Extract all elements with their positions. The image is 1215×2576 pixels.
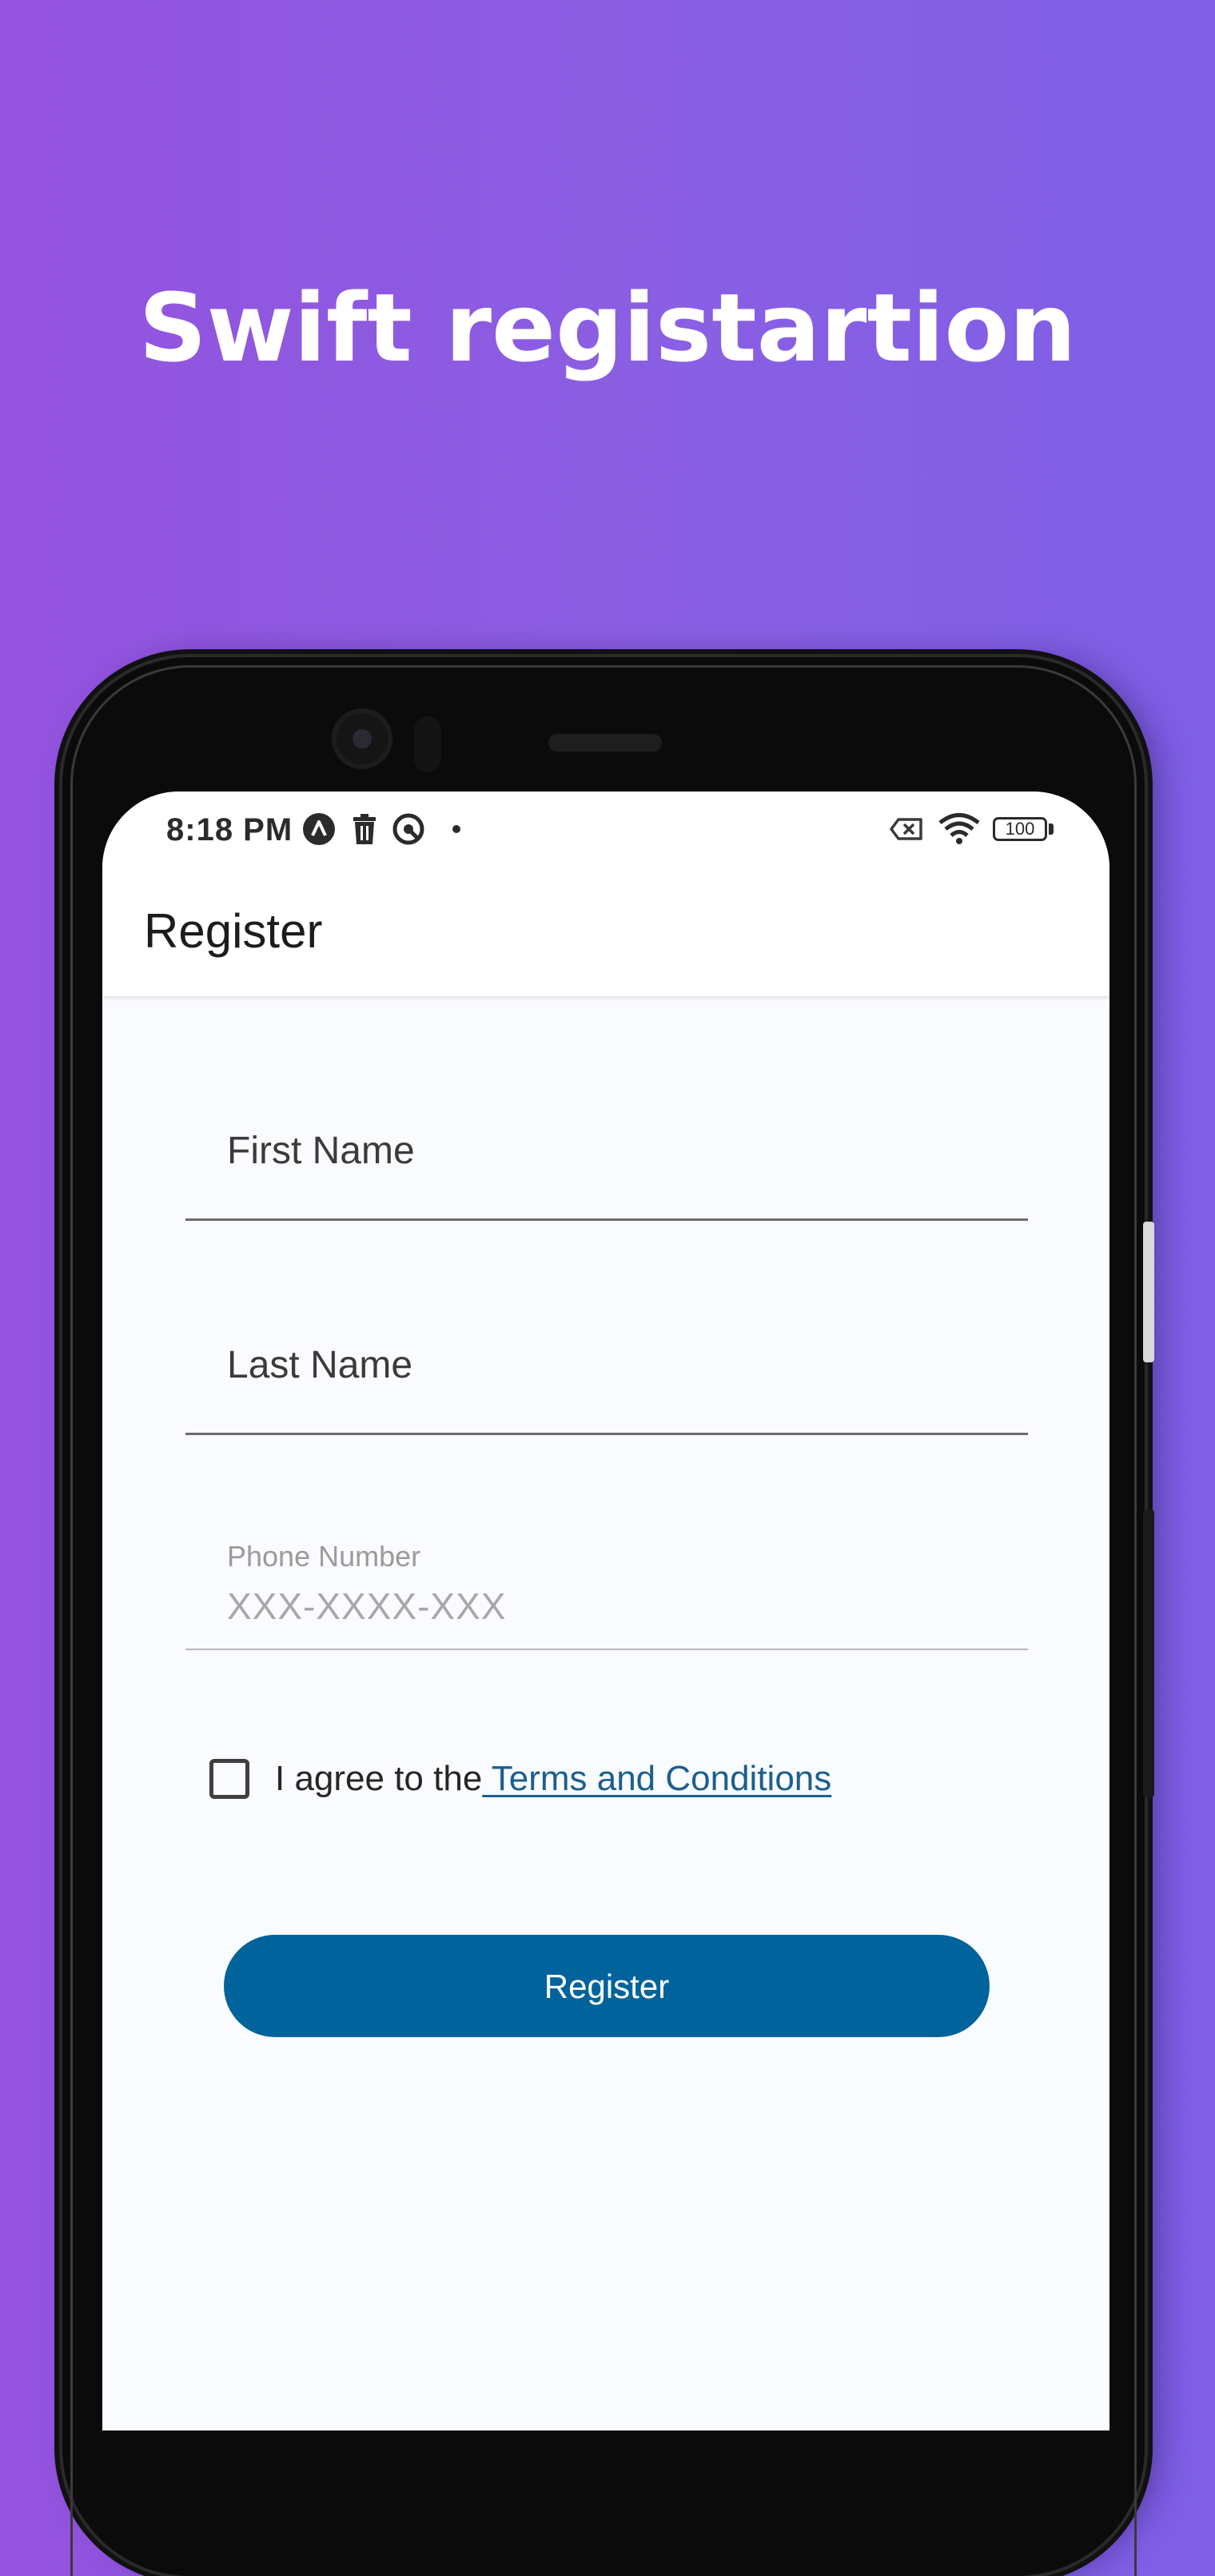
- first-name-field[interactable]: First Name: [185, 1119, 1028, 1223]
- volume-button: [1143, 1509, 1154, 1797]
- phone-screen: 8:18 PM 100 Register First Name Last Nam…: [102, 792, 1109, 2430]
- app-bar: Register: [102, 871, 1109, 996]
- terms-prefix: I agree to the: [275, 1759, 483, 1798]
- status-time: 8:18 PM: [166, 812, 293, 847]
- front-camera: [332, 708, 392, 769]
- phone-number-label: Phone Number: [227, 1540, 421, 1573]
- wifi-icon: [938, 813, 980, 844]
- trash-icon: [353, 814, 376, 844]
- last-name-label: Last Name: [227, 1344, 413, 1386]
- phone-number-field[interactable]: Phone Number XXX-XXXX-XXX: [185, 1540, 1028, 1652]
- proximity-sensor: [414, 716, 441, 772]
- battery-icon: 100: [993, 812, 1057, 846]
- earpiece-speaker: [548, 734, 662, 752]
- terms-text: I agree to the Terms and Conditions: [275, 1759, 831, 1799]
- last-name-underline: [185, 1433, 1028, 1435]
- phone-number-underline: [185, 1649, 1028, 1650]
- first-name-label: First Name: [227, 1130, 415, 1172]
- phone-number-placeholder: XXX-XXXX-XXX: [227, 1585, 507, 1627]
- register-button[interactable]: Register: [224, 1935, 990, 2037]
- marketing-headline: Swift registartion: [138, 273, 1077, 383]
- sim-off-icon: [890, 818, 922, 840]
- terms-row: I agree to the Terms and Conditions: [209, 1757, 1009, 1805]
- page-title: Register: [144, 904, 323, 958]
- power-button: [1143, 1222, 1154, 1362]
- terms-checkbox[interactable]: [209, 1759, 249, 1799]
- drive-icon: [303, 813, 335, 845]
- terms-link[interactable]: Terms and Conditions: [482, 1759, 832, 1798]
- dot-icon: [452, 825, 460, 833]
- sync-icon: [392, 813, 424, 845]
- battery-level: 100: [1005, 819, 1035, 839]
- status-bar: 8:18 PM 100: [102, 792, 1109, 871]
- first-name-underline: [185, 1218, 1028, 1221]
- last-name-field[interactable]: Last Name: [185, 1335, 1028, 1439]
